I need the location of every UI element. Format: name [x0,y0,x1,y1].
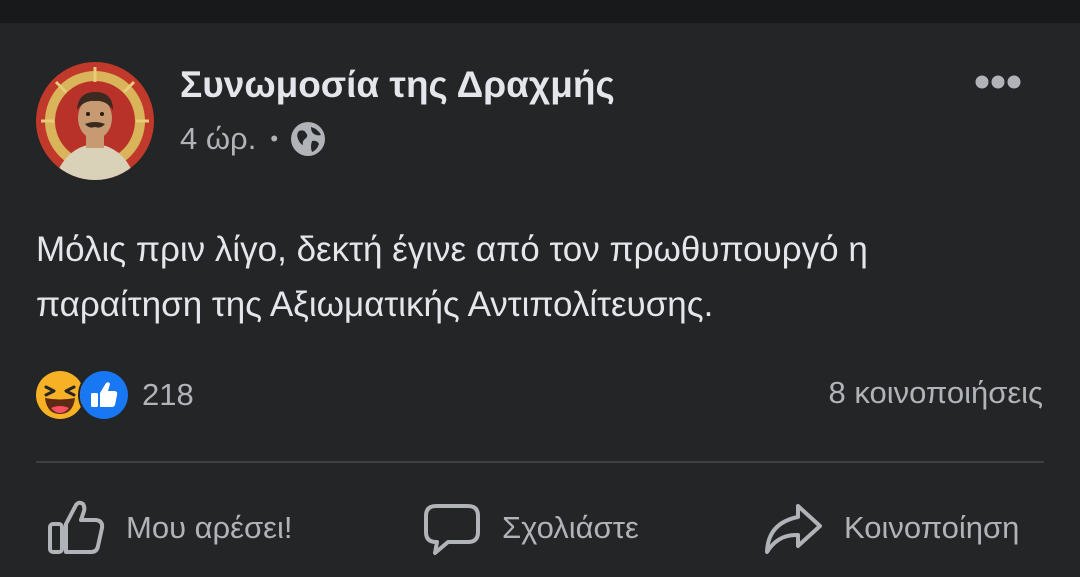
like-button-label: Μου αρέσει! [126,510,293,545]
status-bar-strip [0,0,1080,23]
comment-bubble-icon [424,504,480,555]
page-name-link[interactable]: Συνωμοσία της Δραχμής [180,64,615,106]
share-button-label: Κοινοποίηση [844,510,1020,545]
thumbs-up-icon [48,500,105,554]
like-reaction-icon [78,369,130,421]
comment-button[interactable]: Σχολιάστε [422,496,639,560]
meta-separator: • [270,126,279,151]
post-timestamp[interactable]: 4 ώρ. [180,121,256,157]
comment-button-label: Σχολιάστε [502,510,639,545]
reactions-summary[interactable]: 218 [34,369,194,421]
like-button[interactable]: Μου αρέσει! [46,496,292,560]
action-divider [36,461,1044,463]
share-arrow-icon [765,504,822,554]
more-options-button[interactable] [966,62,1030,102]
post-body: Μόλις πριν λίγο, δεκτή έγινε από τον πρω… [36,222,1046,332]
share-button[interactable]: Κοινοποίηση [762,496,1019,560]
avatar-image [36,62,154,180]
post-text-line: Μόλις πριν λίγο, δεκτή έγινε από τον πρω… [36,230,868,269]
reaction-count: 218 [142,377,194,412]
shares-count[interactable]: 8 κοινοποιήσεις [828,375,1043,411]
page-avatar[interactable] [36,62,154,180]
post-meta: 4 ώρ. • [180,118,326,160]
more-options-icon [975,75,1021,89]
globe-icon[interactable] [290,121,326,157]
post-text-line: παραίτηση της Αξιωματικής Αντιπολίτευσης… [36,285,714,324]
